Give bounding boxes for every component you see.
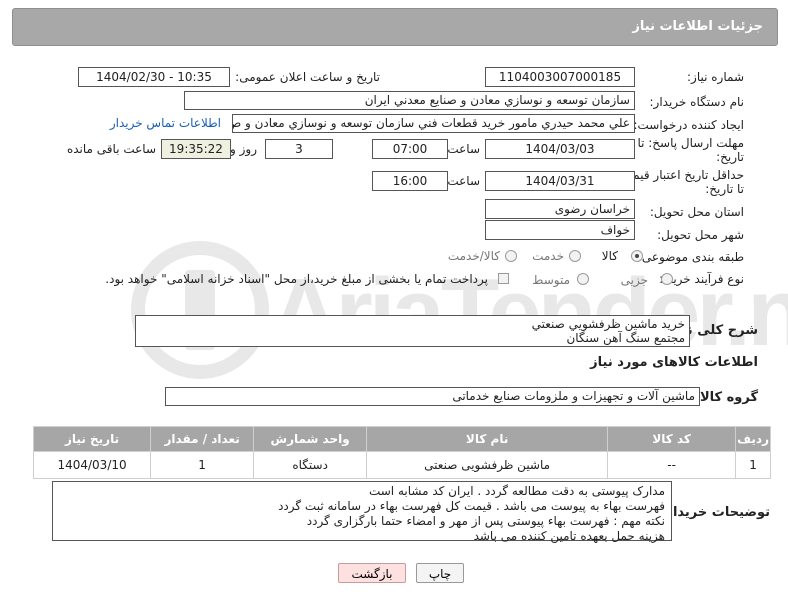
process-radio-medium[interactable] xyxy=(577,273,589,285)
category-radio-goods-service[interactable] xyxy=(505,250,517,262)
cell-item-name: ماشین ظرفشویی صنعتی xyxy=(366,451,609,479)
deadline-label-date: تاریخ: xyxy=(716,150,744,164)
treasury-payment-note: پرداخت تمام یا بخشی از مبلغ خرید،از محل … xyxy=(105,272,488,286)
buyer-org-field[interactable]: سازمان توسعه و نوسازي معادن و صنايع معدن… xyxy=(184,91,635,110)
category-option-service: خدمت xyxy=(532,249,564,263)
city-label: شهر محل تحویل: xyxy=(657,228,744,242)
need-number-field[interactable]: 1104003007000185 xyxy=(485,67,635,87)
goods-group-label: گروه کالا: xyxy=(694,390,758,405)
table-row[interactable]: 1 -- ماشین ظرفشویی صنعتی دستگاه 1 1404/0… xyxy=(32,451,771,479)
price-validity-label-date: تا تاریخ: xyxy=(705,182,744,196)
category-label: طبقه بندی موضوعی: xyxy=(637,250,744,264)
deadline-date-field[interactable]: 1404/03/03 xyxy=(485,139,635,159)
col-need-date: تاریخ نیاز xyxy=(32,426,152,452)
remaining-time-field: 19:35:22 xyxy=(161,139,231,159)
cell-quantity: 1 xyxy=(150,451,255,479)
buyer-notes-field[interactable]: مدارک پیوستی به دقت مطالعه گردد . ایران … xyxy=(52,481,672,543)
col-row-number: ردیف xyxy=(735,426,771,452)
province-field[interactable]: خراسان رضوی xyxy=(485,199,635,219)
days-label: روز و xyxy=(230,142,257,156)
remaining-label: ساعت باقی مانده xyxy=(66,142,156,156)
print-button[interactable]: چاپ xyxy=(416,563,464,583)
goods-group-field[interactable]: ماشین آلات و تجهیزات و ملزومات صنایع خدم… xyxy=(165,387,700,406)
col-item-name: نام کالا xyxy=(366,426,609,452)
deadline-time-label: ساعت xyxy=(447,142,480,156)
need-description-line-1: خريد ماشين ظرفشويي صنعتي xyxy=(531,317,685,331)
col-unit: واحد شمارش xyxy=(253,426,368,452)
panel-header: جزئیات اطلاعات نیاز xyxy=(12,8,778,46)
price-time-label: ساعت xyxy=(447,174,480,188)
buyer-notes-label: توضیحات خریدار: xyxy=(660,505,770,520)
process-radio-minor[interactable] xyxy=(661,273,673,285)
need-description-field[interactable]: خريد ماشين ظرفشويي صنعتي مجتمع سنگ آهن س… xyxy=(135,315,690,347)
deadline-label: مهلت ارسال پاسخ: تا xyxy=(637,136,744,150)
page-title: جزئیات اطلاعات نیاز xyxy=(632,19,763,34)
buyer-notes-line-3: نکته مهم : فهرست بهاء پیوستی پس از مهر و… xyxy=(306,514,665,528)
back-button[interactable]: بازگشت xyxy=(338,563,406,583)
days-remaining-field[interactable]: 3 xyxy=(265,139,333,159)
buyer-contact-link[interactable]: اطلاعات تماس خریدار xyxy=(110,116,221,130)
treasury-payment-checkbox[interactable] xyxy=(498,273,509,284)
announce-label: تاریخ و ساعت اعلان عمومی: xyxy=(235,70,380,84)
cell-unit: دستگاه xyxy=(253,451,368,479)
process-option-medium: متوسط xyxy=(532,273,570,287)
buyer-notes-line-4: هزینه حمل بعهده تامین کننده می باشد xyxy=(473,529,665,543)
category-radio-service[interactable] xyxy=(569,250,581,262)
col-item-code: کد کالا xyxy=(607,426,737,452)
announce-field[interactable]: 1404/02/30 - 10:35 xyxy=(78,67,230,87)
cell-need-date: 1404/03/10 xyxy=(32,451,152,479)
items-table-header: ردیف کد کالا نام کالا واحد شمارش تعداد /… xyxy=(32,426,771,452)
price-time-field[interactable]: 16:00 xyxy=(372,171,448,191)
buyer-notes-line-1: مدارک پیوستی به دقت مطالعه گردد . ایران … xyxy=(368,484,665,498)
price-validity-label: حداقل تاریخ اعتبار قیمت: xyxy=(617,168,744,182)
cell-item-code: -- xyxy=(607,451,737,479)
buyer-org-label: نام دستگاه خریدار: xyxy=(649,95,745,109)
goods-section-title: اطلاعات کالاهای مورد نیاز xyxy=(590,355,758,370)
price-date-field[interactable]: 1404/03/31 xyxy=(485,171,635,191)
need-number-label: شماره نیاز: xyxy=(687,70,744,84)
process-option-minor: جزیی xyxy=(620,273,648,287)
creator-label: ایجاد کننده درخواست: xyxy=(633,118,744,132)
creator-field[interactable]: علي محمد حيدري مامور خريد قطعات فني سازم… xyxy=(232,114,635,133)
province-label: استان محل تحویل: xyxy=(649,205,744,219)
need-description-line-2: مجتمع سنگ آهن سنگان xyxy=(566,331,685,345)
city-field[interactable]: خواف xyxy=(485,220,635,240)
items-table: ردیف کد کالا نام کالا واحد شمارش تعداد /… xyxy=(32,426,771,479)
cell-row-number: 1 xyxy=(735,451,771,479)
col-quantity: تعداد / مقدار xyxy=(150,426,255,452)
category-option-goods: کالا xyxy=(601,249,618,263)
buyer-notes-line-2: فهرست بهاء به پیوست می باشد . قیمت کل فه… xyxy=(278,499,665,513)
deadline-time-field[interactable]: 07:00 xyxy=(372,139,448,159)
category-option-goods-service: کالا/خدمت xyxy=(447,249,500,263)
category-radio-goods[interactable] xyxy=(631,250,643,262)
